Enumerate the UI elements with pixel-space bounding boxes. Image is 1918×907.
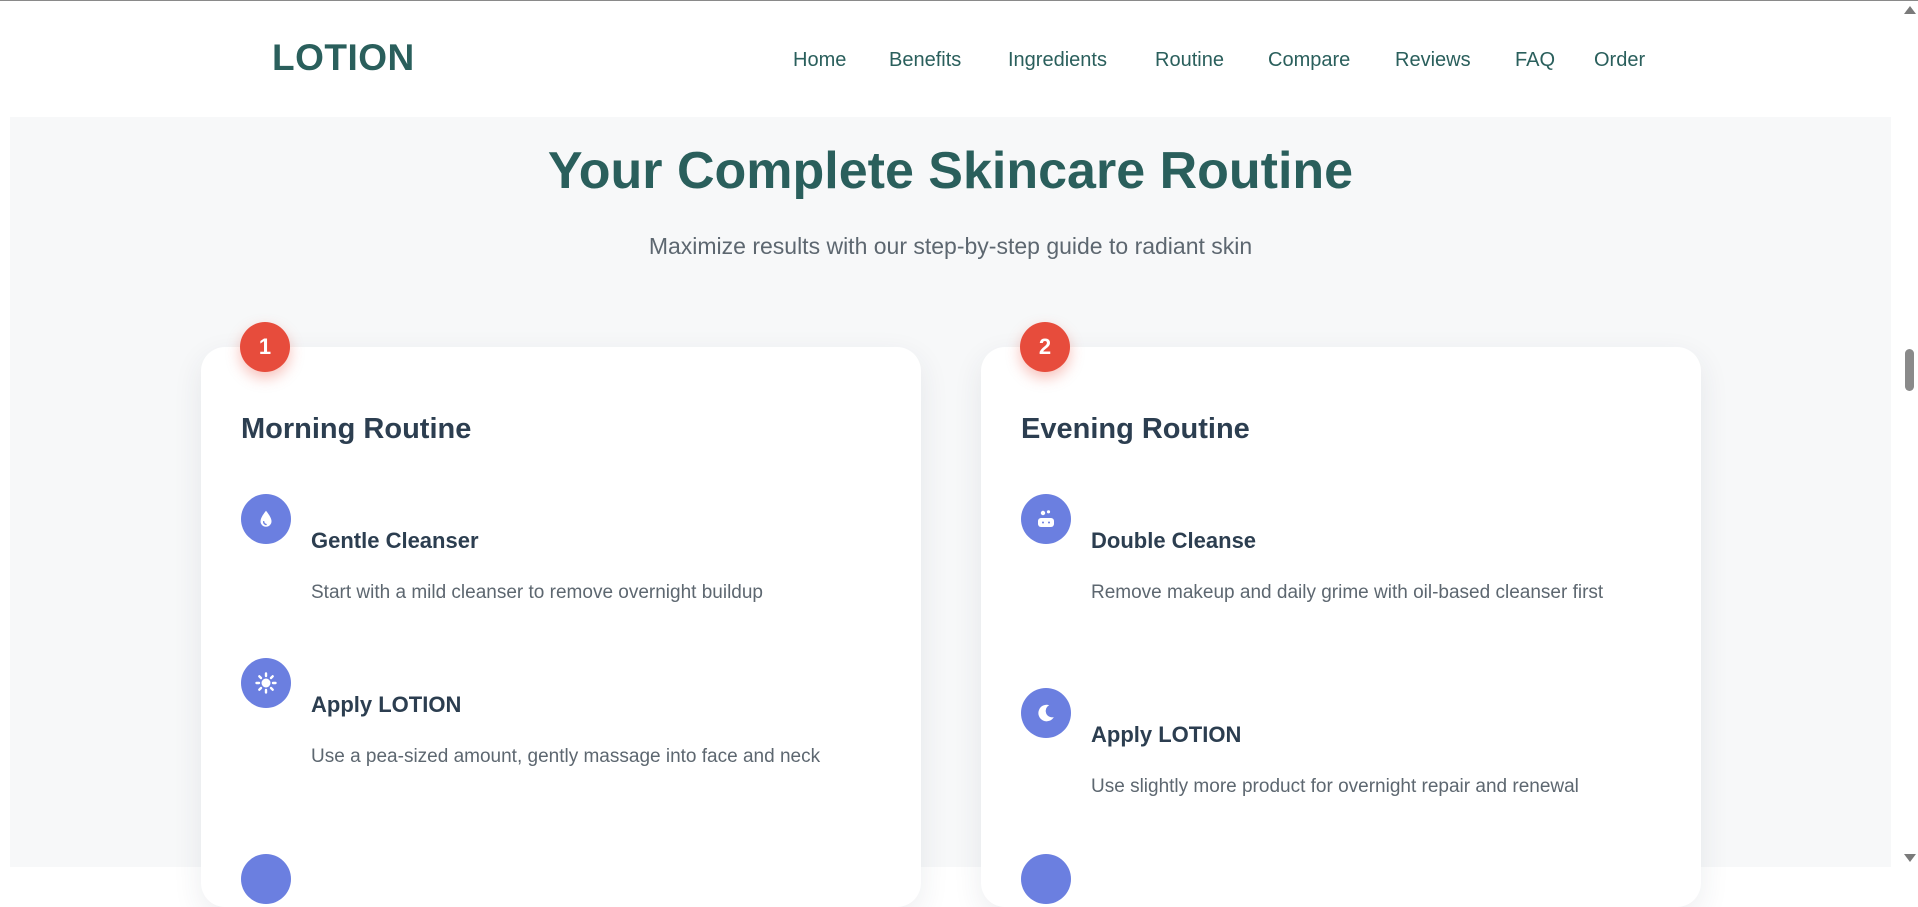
step-description: Use slightly more product for overnight … xyxy=(1091,776,1579,797)
step-description: Start with a mild cleanser to remove ove… xyxy=(311,582,764,603)
navbar: LOTION Home Benefits Ingredients Routine… xyxy=(0,1,1900,117)
nav-home[interactable]: Home xyxy=(793,49,846,72)
routine-card-morning: 1 Morning Routine Gentle Cleanser Start … xyxy=(201,322,921,907)
card-title: Evening Routine xyxy=(1021,413,1250,445)
page-scrollbar[interactable] xyxy=(1900,1,1918,867)
section-subtitle: Maximize results with our step-by-step g… xyxy=(648,233,1253,259)
nav-order[interactable]: Order xyxy=(1594,49,1645,72)
card-title: Morning Routine xyxy=(241,413,472,445)
step-description: Use a pea-sized amount, gently massage i… xyxy=(311,746,821,767)
step-title: Apply LOTION xyxy=(311,692,462,717)
step-icon xyxy=(1021,854,1071,904)
nav-benefits[interactable]: Benefits xyxy=(889,49,961,72)
routine-section: Your Complete Skincare Routine Maximize … xyxy=(10,117,1891,907)
step-icon xyxy=(241,854,291,904)
section-title: Your Complete Skincare Routine xyxy=(547,142,1354,200)
nav-faq[interactable]: FAQ xyxy=(1515,49,1555,72)
nav-routine[interactable]: Routine xyxy=(1155,49,1224,72)
scrollbar-thumb[interactable] xyxy=(1905,349,1914,391)
step-description: Remove makeup and daily grime with oil-b… xyxy=(1091,582,1604,603)
step-title: Apply LOTION xyxy=(1091,722,1242,747)
step-number-badge: 1 xyxy=(240,322,290,372)
step-number-badge: 2 xyxy=(1020,322,1070,372)
nav-reviews[interactable]: Reviews xyxy=(1395,49,1471,72)
routine-card-evening: 2 Evening Routine Double Cleanse Remove … xyxy=(981,322,1701,907)
step-title: Double Cleanse xyxy=(1091,528,1257,553)
scroll-down-arrow-icon[interactable] xyxy=(1904,854,1916,862)
scroll-up-arrow-icon[interactable] xyxy=(1904,6,1916,14)
moon-icon xyxy=(1021,688,1071,738)
nav-compare[interactable]: Compare xyxy=(1268,49,1350,72)
main-nav: Home Benefits Ingredients Routine Compar… xyxy=(0,49,1900,79)
droplet-icon xyxy=(241,494,291,544)
sun-icon xyxy=(241,658,291,708)
nav-ingredients[interactable]: Ingredients xyxy=(1008,49,1107,72)
step-title: Gentle Cleanser xyxy=(311,528,479,553)
soap-icon xyxy=(1021,494,1071,544)
